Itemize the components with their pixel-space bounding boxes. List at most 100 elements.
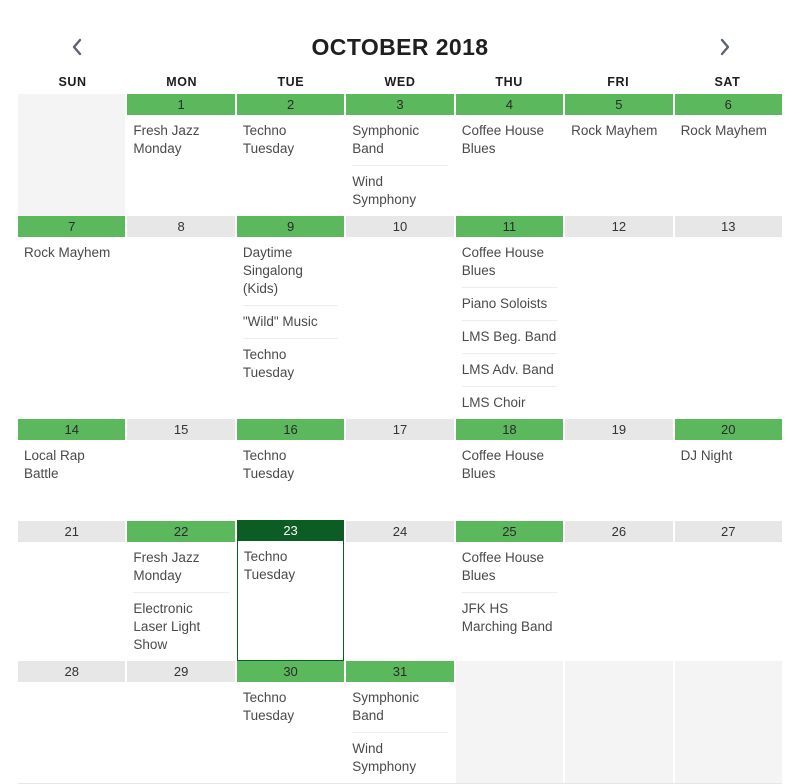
day-cell-14[interactable]: 14 Local Rap Battle — [18, 419, 126, 521]
day-cell-1[interactable]: 1 Fresh Jazz Monday — [127, 94, 235, 216]
day-number: 24 — [346, 521, 454, 542]
day-cell-23[interactable]: 23 Techno Tuesday — [236, 520, 345, 661]
day-cell-24[interactable]: 24 — [346, 521, 454, 661]
weekday-header-mon: MON — [166, 75, 198, 89]
event-item[interactable]: LMS Adv. Band — [461, 354, 558, 387]
event-item[interactable]: Daytime Singalong (Kids) — [242, 237, 339, 306]
day-cell-4[interactable]: 4 Coffee House Blues — [455, 94, 564, 216]
event-item[interactable]: Rock Mayhem — [24, 237, 119, 269]
event-list: Local Rap Battle — [18, 440, 125, 490]
day-cell-19[interactable]: 19 — [565, 419, 673, 521]
day-cell-5[interactable]: 5 Rock Mayhem — [565, 94, 673, 216]
day-number: 30 — [236, 661, 345, 682]
event-item[interactable]: JFK HS Marching Band — [462, 593, 557, 643]
event-item[interactable]: Coffee House Blues — [461, 542, 558, 593]
page-title: OCTOBER 2018 — [311, 33, 489, 60]
event-item[interactable]: DJ Night — [681, 440, 776, 472]
day-cell-empty — [18, 94, 126, 216]
day-cell-21[interactable]: 21 — [18, 521, 126, 661]
event-list: Rock Mayhem — [18, 237, 125, 269]
event-list: Fresh Jazz Monday — [127, 115, 234, 165]
day-cell-22[interactable]: 22 Fresh Jazz Monday Electronic Laser Ligh… — [127, 521, 235, 661]
event-list: Techno Tuesday — [237, 682, 344, 732]
day-cell-26[interactable]: 26 — [565, 521, 673, 661]
day-cell-2[interactable]: 2 Techno Tuesday — [236, 94, 345, 216]
weekday-header-wed: WED — [384, 75, 416, 89]
event-item[interactable]: LMS Beg. Band — [461, 321, 558, 354]
event-item[interactable]: Techno Tuesday — [243, 682, 338, 732]
day-cell-16[interactable]: 16 Techno Tuesday — [236, 419, 345, 521]
event-item[interactable]: Wind Symphony — [352, 166, 447, 216]
event-list: Techno Tuesday — [238, 541, 343, 591]
weekday-header-sat: SAT — [714, 75, 741, 89]
day-number: 8 — [127, 216, 235, 237]
event-item[interactable]: Rock Mayhem — [571, 115, 666, 147]
event-list: Rock Mayhem — [675, 115, 782, 147]
day-cell-8[interactable]: 8 — [127, 216, 235, 419]
event-list: Coffee House Blues — [456, 115, 563, 165]
event-item[interactable]: LMS Choir — [462, 387, 557, 419]
day-cell-17[interactable]: 17 — [346, 419, 454, 521]
event-item[interactable]: Techno Tuesday — [243, 339, 338, 389]
day-cell-28[interactable]: 28 — [18, 661, 126, 783]
day-cell-empty — [455, 661, 564, 783]
event-item[interactable]: Wind Symphony — [352, 733, 447, 783]
day-number: 16 — [236, 419, 345, 440]
event-item[interactable]: Symphonic Band — [352, 682, 448, 733]
day-cell-18[interactable]: 18 Coffee House Blues — [455, 419, 564, 521]
day-number: 17 — [346, 419, 454, 440]
event-item[interactable]: Coffee House Blues — [461, 237, 558, 288]
day-number: 22 — [127, 521, 235, 542]
day-cell-10[interactable]: 10 — [346, 216, 454, 419]
event-item[interactable]: Techno Tuesday — [243, 440, 338, 490]
day-cell-6[interactable]: 6 Rock Mayhem — [674, 94, 782, 216]
day-number: 31 — [346, 661, 454, 682]
day-cell-30[interactable]: 30 Techno Tuesday — [236, 661, 345, 783]
day-cell-9[interactable]: 9 Daytime Singalong (Kids) "Wild" Music Tec… — [236, 216, 345, 419]
event-item[interactable]: Electronic Laser Light Show — [133, 593, 228, 661]
event-item[interactable]: Techno Tuesday — [243, 115, 338, 165]
chevron-left-icon — [72, 38, 82, 56]
day-number: 25 — [455, 521, 564, 542]
day-number: 7 — [18, 216, 126, 237]
event-item[interactable]: Fresh Jazz Monday — [133, 542, 229, 593]
day-cell-empty — [565, 661, 673, 783]
day-cell-27[interactable]: 27 — [674, 521, 782, 661]
day-number: 1 — [127, 94, 235, 115]
calendar-week-row: 28 29 30 Techno Tuesday 31 Symphonic Band Wind… — [18, 661, 782, 783]
day-number: 27 — [674, 521, 782, 542]
event-item[interactable]: Rock Mayhem — [681, 115, 776, 147]
event-list: DJ Night — [675, 440, 782, 472]
event-item[interactable]: Piano Soloists — [461, 288, 558, 321]
event-item[interactable]: "Wild" Music — [242, 306, 339, 339]
day-cell-20[interactable]: 20 DJ Night — [674, 419, 782, 521]
event-item[interactable]: Local Rap Battle — [24, 440, 119, 490]
chevron-right-icon — [720, 38, 730, 56]
day-cell-7[interactable]: 7 Rock Mayhem — [18, 216, 126, 419]
day-cell-12[interactable]: 12 — [565, 216, 673, 419]
day-cell-25[interactable]: 25 Coffee House Blues JFK HS Marching Band — [455, 521, 564, 661]
day-cell-3[interactable]: 3 Symphonic Band Wind Symphony — [346, 94, 454, 216]
event-list: Techno Tuesday — [237, 440, 344, 490]
event-list: Daytime Singalong (Kids) "Wild" Music Tech… — [237, 237, 344, 389]
day-cell-29[interactable]: 29 — [127, 661, 235, 783]
event-list: Coffee House Blues Piano Soloists LMS Beg.… — [456, 237, 563, 419]
day-number: 26 — [565, 521, 673, 542]
day-number: 13 — [674, 216, 782, 237]
day-number: 3 — [346, 94, 454, 115]
day-number: 10 — [346, 216, 454, 237]
day-cell-13[interactable]: 13 — [674, 216, 782, 419]
event-item[interactable]: Techno Tuesday — [244, 541, 337, 591]
day-cell-15[interactable]: 15 — [127, 419, 235, 521]
day-cell-11[interactable]: 11 Coffee House Blues Piano Soloists LMS Be… — [455, 216, 564, 419]
calendar-grid: 1 Fresh Jazz Monday 2 Techno Tuesday 3 Sympho… — [18, 94, 782, 784]
event-item[interactable]: Symphonic Band — [352, 115, 448, 166]
next-month-button[interactable] — [712, 34, 738, 60]
event-item[interactable]: Coffee House Blues — [462, 115, 557, 165]
previous-month-button[interactable] — [64, 34, 90, 60]
day-cell-31[interactable]: 31 Symphonic Band Wind Symphony — [346, 661, 454, 783]
event-list: Symphonic Band Wind Symphony — [346, 682, 453, 783]
day-cell-empty — [674, 661, 782, 783]
event-item[interactable]: Fresh Jazz Monday — [133, 115, 228, 165]
event-item[interactable]: Coffee House Blues — [462, 440, 557, 490]
